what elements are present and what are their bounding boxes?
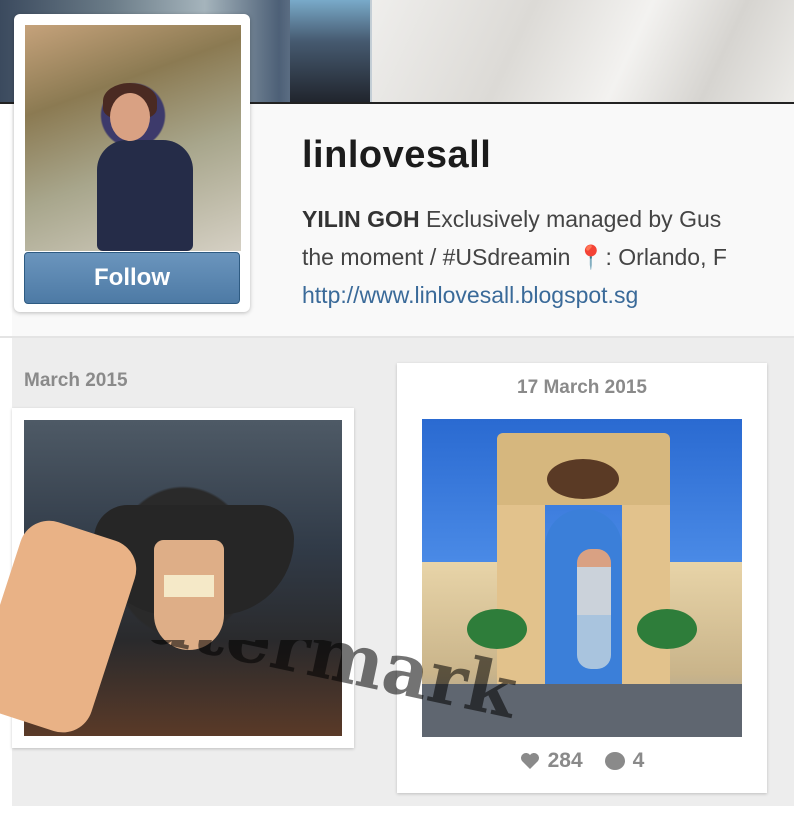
glass-label-shape xyxy=(164,575,214,597)
month-label: March 2015 xyxy=(24,370,128,391)
ground-crowd xyxy=(422,684,742,737)
page-bottom xyxy=(12,806,794,823)
comments-stat[interactable]: 4 xyxy=(604,749,645,773)
profile-username: linlovesall xyxy=(302,134,492,176)
palm-tree xyxy=(467,609,527,649)
post-photo-cauldron[interactable] xyxy=(0,420,342,741)
avatar-coat xyxy=(97,140,193,251)
likes-stat[interactable]: 284 xyxy=(520,749,583,773)
post-date: 17 March 2015 xyxy=(517,377,647,398)
post-stats: 284 4 xyxy=(397,749,767,773)
website-link[interactable]: http://www.linlovesall.blogspot.sg xyxy=(302,282,638,308)
post-card[interactable] xyxy=(0,408,354,748)
avatar[interactable] xyxy=(25,25,241,251)
cover-photo-people xyxy=(290,0,370,103)
avatar-face xyxy=(110,93,150,141)
bio-line-2: the moment / #USdreamin 📍: Orlando, F xyxy=(302,238,794,276)
comments-count: 4 xyxy=(632,749,645,772)
bio-text-3: : Orlando, F xyxy=(605,244,727,270)
likes-count: 284 xyxy=(547,749,583,772)
jumping-person xyxy=(577,549,611,669)
post-card[interactable]: 17 March 2015 284 4 xyxy=(397,363,767,793)
cover-photo-right xyxy=(372,0,794,103)
follow-button[interactable]: Follow xyxy=(24,252,240,304)
bio-full-name: YILIN GOH xyxy=(302,206,420,232)
bio-line-1: YILIN GOH Exclusively managed by Gus xyxy=(302,200,794,238)
bio-line-3: http://www.linlovesall.blogspot.sg xyxy=(302,276,794,314)
palm-tree xyxy=(637,609,697,649)
comment-icon xyxy=(604,752,625,770)
arch-globe-sign xyxy=(547,459,619,499)
post-photo-universal-arch[interactable] xyxy=(422,419,742,737)
profile-bio: YILIN GOH Exclusively managed by Gus the… xyxy=(302,200,794,314)
arm-shape xyxy=(0,512,144,741)
location-pin-icon: 📍 xyxy=(576,244,606,270)
avatar-card: Follow xyxy=(14,14,250,312)
heart-icon xyxy=(520,752,540,770)
bio-text-2: the moment / #USdreamin xyxy=(302,244,577,270)
bio-text-1: Exclusively managed by Gus xyxy=(419,206,722,232)
